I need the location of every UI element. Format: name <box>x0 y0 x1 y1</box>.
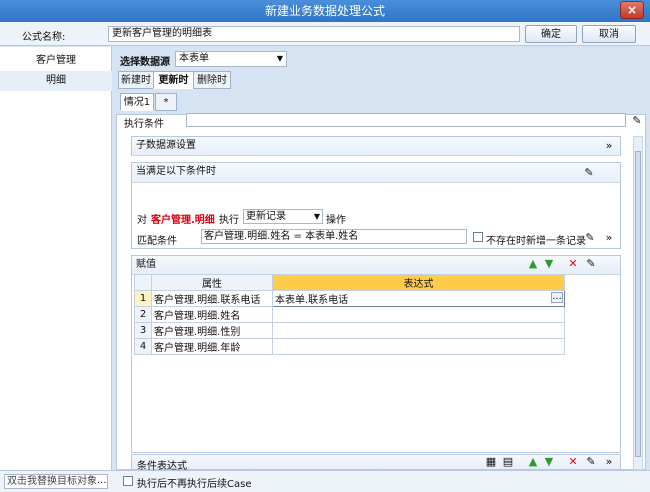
table-header-row: 属性 表达式 <box>134 274 565 291</box>
tab-delete[interactable]: 删除时 <box>193 71 231 89</box>
sub-source-label: 子数据源设置 <box>132 137 620 156</box>
expand-icon[interactable]: » <box>602 139 616 153</box>
delete-icon[interactable]: ✕ <box>566 257 580 271</box>
collapse-icon[interactable]: » <box>602 231 616 245</box>
cancel-button[interactable]: 取消 <box>582 25 636 43</box>
row-num: 2 <box>134 306 152 323</box>
replace-more-button[interactable]: ... <box>97 475 107 486</box>
dropdown-arrow-icon: ▼ <box>276 54 283 63</box>
row-num: 4 <box>134 338 152 355</box>
expr-down-icon[interactable]: ▼ <box>542 455 556 469</box>
row-num-header <box>134 274 152 291</box>
expr-value: 本表单.联系电话 <box>275 295 349 306</box>
table-row[interactable]: 4 客户管理.明细.年龄 <box>134 338 565 355</box>
sub-source-panel[interactable]: 子数据源设置 » <box>131 136 621 156</box>
tab-case1[interactable]: 情况1 <box>120 93 154 111</box>
attr-cell[interactable]: 客户管理.明细.性别 <box>151 322 273 339</box>
source-select[interactable]: 本表单 ▼ <box>175 51 287 67</box>
sidebar: 客户管理 明细 <box>0 47 112 470</box>
table-row[interactable]: 2 客户管理.明细.姓名 <box>134 306 565 323</box>
expr-up-icon[interactable]: ▲ <box>526 455 540 469</box>
formula-name-label: 公式名称: <box>22 32 66 43</box>
insert-label: 不存在时新增一条记录 <box>486 236 586 247</box>
exec-label: 执行 <box>219 215 239 226</box>
tab-new[interactable]: 新建时 <box>118 71 154 89</box>
attr-cell[interactable]: 客户管理.明细.姓名 <box>151 306 273 323</box>
edit-icon[interactable]: ✎ <box>630 114 644 128</box>
table-row[interactable]: 3 客户管理.明细.性别 <box>134 322 565 339</box>
attr-col-header: 属性 <box>151 274 273 291</box>
target-prefix: 对 <box>137 215 147 226</box>
table-add-icon[interactable]: ▦ <box>484 455 498 469</box>
row-num: 1 <box>134 290 152 307</box>
expr-edit-icon[interactable]: ✎ <box>584 455 598 469</box>
sidebar-item-customer[interactable]: 客户管理 <box>0 51 112 71</box>
exec-condition-label: 执行条件 <box>124 119 164 130</box>
action-value: 更新记录 <box>246 211 286 222</box>
expr-cell[interactable]: 本表单.联系电话 ... <box>272 290 565 307</box>
ok-button[interactable]: 确定 <box>525 25 577 43</box>
source-select-value: 本表单 <box>179 53 209 64</box>
exec-condition-input[interactable] <box>186 113 626 127</box>
stop-label: 执行后不再执行后续Case <box>137 479 252 490</box>
formula-name-input[interactable]: 更新客户管理的明细表 <box>108 26 520 42</box>
op-label: 操作 <box>326 215 346 226</box>
expr-expand-icon[interactable]: » <box>602 455 616 469</box>
target-object[interactable]: 客户管理.明细 <box>151 211 215 226</box>
expr-cell[interactable] <box>272 322 565 339</box>
scrollbar[interactable] <box>633 136 643 470</box>
assign-edit-icon[interactable]: ✎ <box>584 257 598 271</box>
attr-cell[interactable]: 客户管理.明细.联系电话 <box>151 290 273 307</box>
move-down-icon[interactable]: ▼ <box>542 257 556 271</box>
match-label: 匹配条件 <box>137 236 177 247</box>
sidebar-item-detail[interactable]: 明细 <box>0 71 112 91</box>
stop-checkbox[interactable] <box>123 476 133 486</box>
close-button[interactable]: × <box>620 1 644 19</box>
action-arrow-icon: ▼ <box>313 212 320 221</box>
match-edit-icon[interactable]: ✎ <box>583 231 597 245</box>
ellipsis-button[interactable]: ... <box>551 292 563 303</box>
move-up-icon[interactable]: ▲ <box>526 257 540 271</box>
table-remove-icon[interactable]: ▤ <box>501 455 515 469</box>
window-titlebar: 新建业务数据处理公式 <box>0 0 650 22</box>
assignment-table: 属性 表达式 1 客户管理.明细.联系电话 本表单.联系电话 ... 2 客户管… <box>134 274 565 355</box>
condition-title: 当满足以下条件时 <box>132 163 620 183</box>
attr-cell[interactable]: 客户管理.明细.年龄 <box>151 338 273 355</box>
row-num: 3 <box>134 322 152 339</box>
scroll-thumb[interactable] <box>635 151 641 457</box>
tab-add-case[interactable]: * <box>155 93 177 111</box>
condition-edit-icon[interactable]: ✎ <box>582 166 596 180</box>
expr-cell[interactable] <box>272 338 565 355</box>
source-label: 选择数据源 <box>120 57 170 68</box>
table-row[interactable]: 1 客户管理.明细.联系电话 本表单.联系电话 ... <box>134 290 565 307</box>
match-input[interactable]: 客户管理.明细.姓名 = 本表单.姓名 <box>201 229 467 244</box>
tab-update[interactable]: 更新时 <box>153 71 194 89</box>
expr-cell[interactable] <box>272 306 565 323</box>
window-title: 新建业务数据处理公式 <box>264 4 385 18</box>
expr-delete-icon[interactable]: ✕ <box>566 455 580 469</box>
action-select[interactable]: 更新记录 ▼ <box>243 209 323 224</box>
insert-checkbox[interactable] <box>473 232 483 242</box>
replace-target-input[interactable]: 双击我替换目标对象 <box>4 474 108 489</box>
expr-col-header: 表达式 <box>272 274 565 291</box>
